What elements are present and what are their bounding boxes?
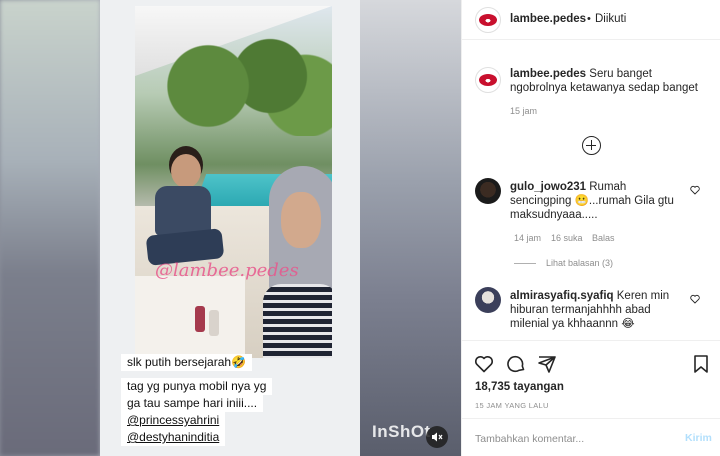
story-mention: @destyhaninditia bbox=[121, 429, 226, 446]
bottle bbox=[195, 306, 205, 332]
comment: almirasyafiq.syafiq Keren min hiburan te… bbox=[510, 289, 690, 331]
comment-input[interactable] bbox=[475, 432, 665, 446]
table bbox=[135, 276, 245, 358]
story-text-line: tag yg punya mobil nya yg bbox=[121, 378, 273, 395]
load-more-comments-button[interactable] bbox=[582, 136, 601, 155]
face bbox=[281, 192, 321, 248]
view-replies-button[interactable]: Lihat balasan (3) bbox=[546, 258, 613, 268]
blurred-background-right bbox=[360, 0, 461, 456]
commenter-avatar[interactable] bbox=[475, 287, 501, 313]
share-icon[interactable] bbox=[537, 354, 557, 374]
like-heart-icon[interactable] bbox=[690, 185, 700, 195]
app-watermark: InShOt bbox=[372, 422, 431, 441]
comment-username[interactable]: gulo_jowo231 bbox=[510, 181, 586, 193]
comment: gulo_jowo231 Rumah sencingping 😬...rumah… bbox=[510, 180, 690, 222]
garden-trees bbox=[155, 36, 332, 136]
caption-username[interactable]: lambee.pedes bbox=[510, 68, 586, 80]
lips-logo-icon bbox=[479, 14, 497, 26]
comment-composer: Kirim bbox=[462, 418, 720, 456]
post-timestamp: 15 JAM YANG LALU bbox=[475, 401, 549, 410]
muted-speaker-icon bbox=[432, 432, 443, 442]
comment-likes[interactable]: 16 suka bbox=[551, 233, 583, 243]
lips-logo-icon bbox=[479, 74, 497, 86]
striped-shirt bbox=[263, 284, 332, 358]
comment-time: 14 jam bbox=[514, 233, 542, 243]
story-watermark: @lambee.pedes bbox=[155, 260, 299, 281]
post-caption: lambee.pedes Seru banget ngobrolnya keta… bbox=[510, 67, 706, 95]
post-side-panel: lambee.pedes • Diikuti lambee.pedes Seru… bbox=[461, 0, 720, 456]
reply-button[interactable]: Balas bbox=[592, 233, 615, 243]
woman-head bbox=[171, 154, 201, 188]
follow-status[interactable]: Diikuti bbox=[595, 13, 626, 25]
caption-avatar[interactable] bbox=[475, 67, 501, 93]
author-username[interactable]: lambee.pedes bbox=[510, 13, 586, 25]
post-header: lambee.pedes • Diikuti bbox=[462, 0, 720, 40]
separator-dot: • bbox=[587, 13, 591, 25]
mute-button[interactable] bbox=[426, 426, 448, 448]
story-text-line: ga tau sampe hari iniii.... bbox=[121, 395, 264, 412]
instagram-post-view: @lambee.pedes slk putih bersejarah🤣 tag … bbox=[0, 0, 720, 456]
video-scene: @lambee.pedes bbox=[135, 6, 332, 358]
post-media[interactable]: @lambee.pedes slk putih bersejarah🤣 tag … bbox=[0, 0, 461, 456]
woman-body bbox=[155, 186, 211, 236]
commenter-avatar[interactable] bbox=[475, 178, 501, 204]
send-button[interactable]: Kirim bbox=[685, 432, 712, 444]
story-frame: @lambee.pedes slk putih bersejarah🤣 tag … bbox=[100, 0, 360, 456]
bookmark-icon[interactable] bbox=[691, 354, 711, 374]
replies-divider bbox=[514, 263, 536, 264]
author-avatar[interactable] bbox=[475, 7, 501, 33]
view-count[interactable]: 18,735 tayangan bbox=[475, 381, 564, 393]
post-actions: 18,735 tayangan 15 JAM YANG LALU bbox=[462, 340, 720, 418]
like-icon[interactable] bbox=[474, 354, 494, 374]
story-mention: @princessyahrini bbox=[121, 412, 226, 429]
comment-icon[interactable] bbox=[506, 354, 526, 374]
caption-time: 15 jam bbox=[510, 106, 538, 116]
bottle bbox=[209, 310, 219, 336]
story-text-line: slk putih bersejarah🤣 bbox=[121, 354, 252, 371]
comment-username[interactable]: almirasyafiq.syafiq bbox=[510, 290, 614, 302]
like-heart-icon[interactable] bbox=[690, 294, 700, 304]
blurred-background-left bbox=[0, 0, 100, 456]
